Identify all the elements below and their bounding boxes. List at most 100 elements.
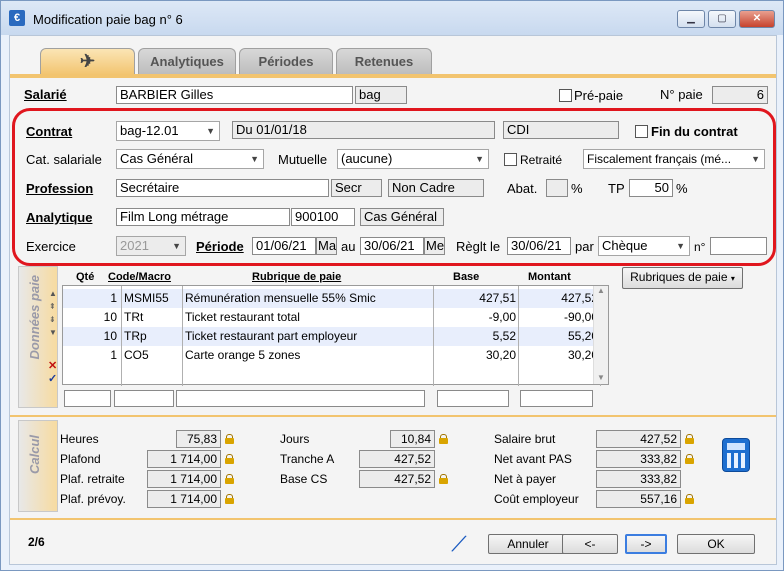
profession-field[interactable]: Secrétaire [116, 179, 329, 197]
column-divider [182, 286, 183, 386]
lock-icon[interactable] [439, 434, 448, 444]
analytique-label[interactable]: Analytique [26, 210, 92, 225]
delete-row-icon[interactable]: ✕ [48, 359, 57, 372]
periode-to-field[interactable]: 30/06/21 [360, 237, 424, 255]
tab-periodes[interactable]: Périodes [239, 48, 333, 74]
ok-button[interactable]: OK [677, 534, 755, 554]
minimize-button[interactable]: ▁ [677, 10, 705, 28]
cell-rubrique: Carte orange 5 zones [185, 348, 301, 362]
maximize-button[interactable]: ▢ [708, 10, 736, 28]
plane-icon: ✈ [79, 51, 96, 71]
cat-salariale-select[interactable]: Cas Général ▼ [116, 149, 264, 169]
new-base-input[interactable] [437, 390, 509, 407]
tp-field[interactable]: 50 [629, 179, 673, 197]
prev-button[interactable]: <- [562, 534, 618, 554]
lock-icon[interactable] [685, 494, 694, 504]
pen-icon[interactable]: ╱ [452, 533, 466, 555]
mutuelle-select[interactable]: (aucune) ▼ [337, 149, 489, 169]
annuler-button[interactable]: Annuler [488, 534, 568, 554]
reglt-mode-value: Chèque [602, 238, 648, 253]
scroll-up-icon[interactable]: ▲ [594, 286, 608, 295]
new-montant-input[interactable] [520, 390, 593, 407]
table-row[interactable]: 1 MSMI55 Rémunération mensuelle 55% Smic… [63, 289, 598, 308]
new-qte-input[interactable] [64, 390, 111, 407]
close-button[interactable]: ✕ [739, 10, 775, 28]
next-button[interactable]: -> [625, 534, 667, 554]
plaf-retraite-label: Plaf. retraite [60, 472, 125, 486]
move-top-icon[interactable]: ⇞ [49, 302, 56, 311]
lock-icon[interactable] [685, 434, 694, 444]
cell-rubrique: Ticket restaurant part employeur [185, 329, 358, 343]
tranche-label: Tranche A [280, 452, 335, 466]
periode-from-field[interactable]: 01/06/21 [252, 237, 316, 255]
analytique-field[interactable]: Film Long métrage [116, 208, 290, 226]
calcul-side-panel: Calcul [18, 420, 58, 512]
reglt-date-field[interactable]: 30/06/21 [507, 237, 571, 255]
salarie-label[interactable]: Salarié [24, 87, 67, 102]
cell-qte: 1 [110, 291, 117, 305]
title-bar: € Modification paie bag n° 6 ▁ ▢ ✕ [1, 1, 783, 35]
table-row[interactable]: 10 TRt Ticket restaurant total -9,00 -90… [63, 308, 598, 327]
fin-contrat-checkbox[interactable] [635, 125, 648, 138]
abat-percent: % [571, 181, 583, 196]
heures-label: Heures [60, 432, 99, 446]
lock-icon[interactable] [225, 434, 234, 444]
cell-base: 5,52 [492, 329, 516, 343]
chevron-down-icon: ▼ [475, 154, 484, 164]
client-area: ✈ Analytiques Périodes Retenues Salarié … [9, 35, 777, 565]
basecs-field: 427,52 [359, 470, 435, 488]
chevron-down-icon: ▼ [250, 154, 259, 164]
table-row[interactable]: 10 TRp Ticket restaurant part employeur … [63, 327, 598, 346]
prepaie-checkbox[interactable] [559, 89, 572, 102]
exercice-select[interactable]: 2021 ▼ [116, 236, 186, 256]
payroll-window: € Modification paie bag n° 6 ▁ ▢ ✕ ✈ Ana… [0, 0, 784, 571]
tab-analytiques[interactable]: Analytiques [138, 48, 236, 74]
analytique-code-field[interactable]: 900100 [291, 208, 355, 226]
mutuelle-label: Mutuelle [278, 152, 328, 167]
new-code-input[interactable] [114, 390, 174, 407]
salarie-name-field[interactable]: BARBIER Gilles [116, 86, 353, 104]
column-divider [121, 286, 122, 386]
cell-code: TRp [124, 329, 147, 343]
rubriques-button[interactable]: Rubriques de paie ▾ [622, 267, 743, 289]
analytique-cat-field: Cas Général [360, 208, 444, 226]
lock-icon[interactable] [225, 474, 234, 484]
lock-icon[interactable] [225, 454, 234, 464]
tp-percent: % [676, 181, 688, 196]
move-bottom-icon[interactable]: ⇟ [49, 315, 56, 324]
move-down-icon[interactable]: ▼ [49, 328, 57, 337]
tab-retenues[interactable]: Retenues [336, 48, 432, 74]
periode-label[interactable]: Période [196, 239, 244, 254]
col-code[interactable]: Code/Macro [108, 271, 171, 283]
reglt-mode-select[interactable]: Chèque ▼ [598, 236, 690, 256]
periode-to-day: Me [424, 237, 445, 255]
validate-row-icon[interactable]: ✓ [48, 372, 57, 385]
lock-icon[interactable] [685, 454, 694, 464]
profession-label[interactable]: Profession [26, 181, 93, 196]
table-scrollbar[interactable]: ▲ ▼ [593, 286, 608, 384]
au-label: au [341, 239, 356, 254]
contrat-select[interactable]: bag-12.01 ▼ [116, 121, 220, 141]
col-rubrique[interactable]: Rubrique de paie [252, 271, 341, 283]
abat-field [546, 179, 568, 197]
donnees-side-panel: Données paie [18, 266, 58, 408]
scroll-down-icon[interactable]: ▼ [597, 373, 605, 382]
calculator-icon[interactable] [722, 438, 750, 472]
tab-general[interactable]: ✈ [40, 48, 135, 75]
no-field[interactable] [710, 237, 767, 255]
plaf-prevoy-field: 1 714,00 [147, 490, 221, 508]
dropdown-arrow-icon: ▾ [730, 274, 735, 283]
retraite-checkbox[interactable] [504, 153, 517, 166]
netpas-label: Net avant PAS [494, 452, 572, 466]
move-up-icon[interactable]: ▲ [49, 289, 57, 298]
euro-app-icon: € [9, 10, 25, 26]
lock-icon[interactable] [225, 494, 234, 504]
contrat-label[interactable]: Contrat [26, 124, 72, 139]
donnees-side-label: Données paie [27, 275, 42, 360]
salarie-code-field: bag [355, 86, 407, 104]
cout-label: Coût employeur [494, 492, 579, 506]
fiscal-select[interactable]: Fiscalement français (mé... ▼ [583, 149, 765, 169]
lock-icon[interactable] [439, 474, 448, 484]
table-row[interactable]: 1 CO5 Carte orange 5 zones 30,20 30,20 [63, 346, 598, 365]
new-rubrique-input[interactable] [176, 390, 425, 407]
